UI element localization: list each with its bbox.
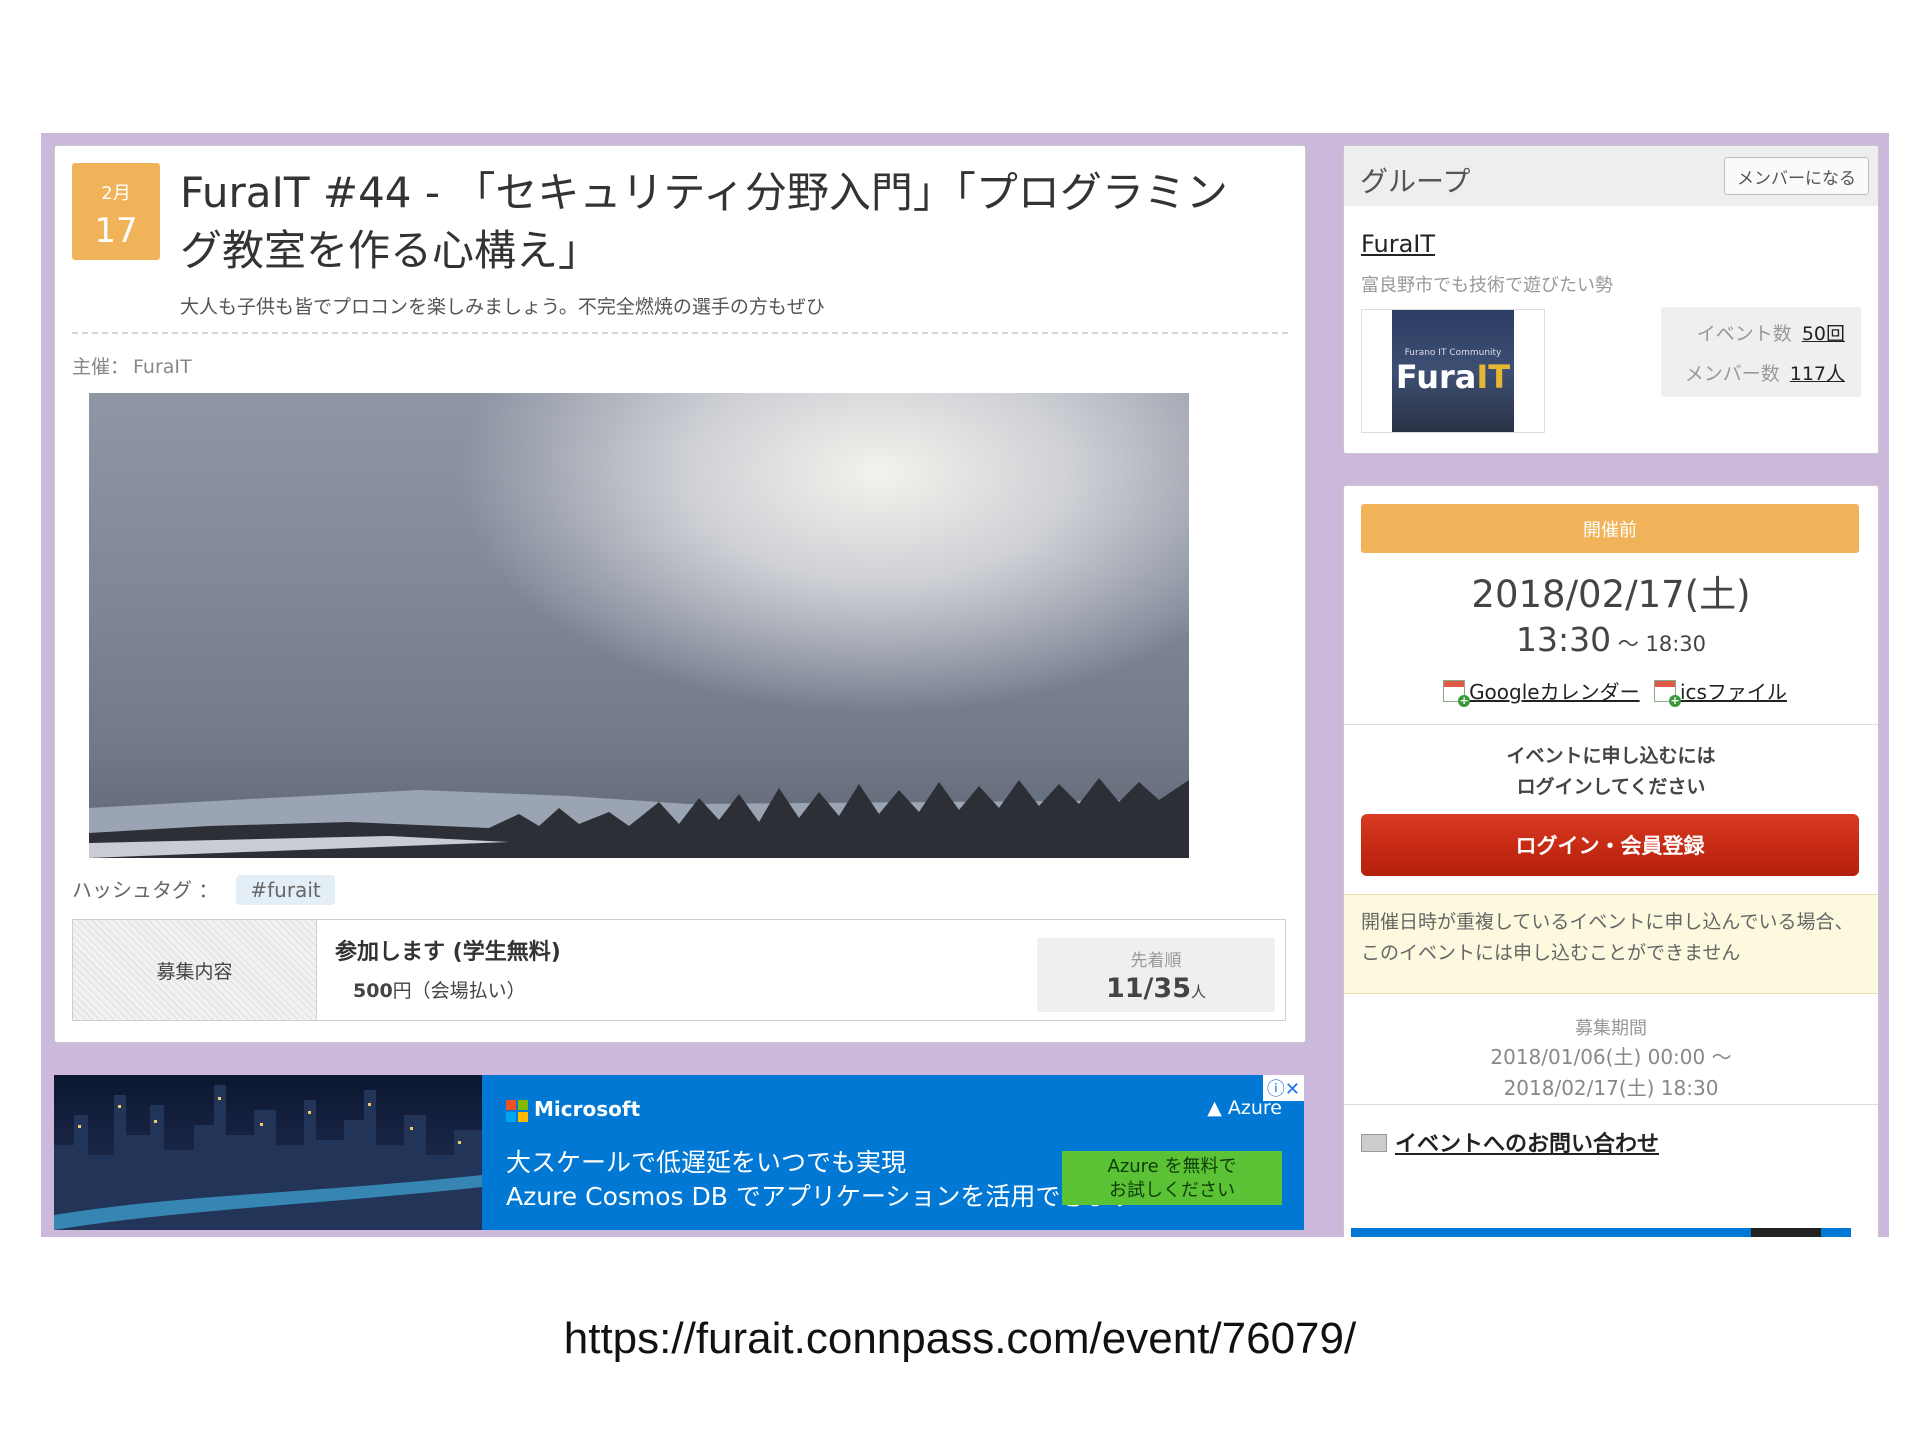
capacity-box: 先着順 11/35人 [1037, 938, 1275, 1012]
event-title: FuraIT #44 - 「セキュリティ分野入門」「プログラミング教室を作る心構… [180, 168, 1228, 275]
time-separator: ～ [1611, 632, 1646, 656]
google-calendar-link[interactable]: Googleカレンダー [1469, 680, 1640, 704]
ad-microsoft-brand: Microsoft [506, 1097, 640, 1122]
hashtag-label: ハッシュタグ ： [72, 878, 219, 902]
capacity-unit: 人 [1191, 983, 1207, 1001]
event-url: https://furait.connpass.com/event/76079/ [563, 1314, 1357, 1363]
group-logo-sub: Furano IT Community [1404, 348, 1502, 358]
application-period: 2018/01/06(土) 00:00 ～ 2018/02/17(土) 18:3… [1344, 1042, 1878, 1104]
next-ad-peek-dark [1751, 1228, 1821, 1237]
capacity-label: 先着順 [1130, 951, 1182, 971]
ad-subline: Azure Cosmos DB でアプリケーションを活用できます [506, 1182, 1136, 1211]
divider [1344, 724, 1878, 725]
contact-row: イベントへのお問い合わせ [1361, 1126, 1659, 1158]
event-info-card: 開催前 2018/02/17(土) 13:30 ～ 18:30 Googleカレ… [1343, 485, 1879, 1237]
azure-logo-icon: ▲ [1207, 1097, 1222, 1119]
group-logo-main-b: IT [1476, 358, 1511, 396]
ad-cta-button[interactable]: Azure を無料で お試しください [1062, 1151, 1282, 1205]
browser-screenshot: 2月 17 FuraIT #44 - 「セキュリティ分野入門」「プログラミング教… [41, 133, 1889, 1237]
status-badge: 開催前 [1361, 504, 1859, 553]
divider [1344, 1104, 1878, 1105]
group-logo-main: FuraIT [1392, 358, 1514, 396]
ad-brand-text: Microsoft [534, 1097, 641, 1121]
ad-city-image [54, 1075, 482, 1230]
group-card: グループ メンバーになる FuraIT 富良野市でも技術で遊びたい勢 Furan… [1343, 145, 1879, 454]
hashtag-row: ハッシュタグ ： #furait [72, 874, 335, 905]
hashtag-link[interactable]: #furait [236, 875, 335, 905]
ticket-price: 500円（会場払い） [353, 976, 526, 1003]
group-logo-main-a: Fura [1395, 358, 1477, 396]
ad-banner[interactable]: Microsoft ▲ Azure 大スケールで低遅延をいつでも実現 Azure … [54, 1075, 1304, 1230]
date-badge-day: 17 [94, 211, 138, 251]
event-catch: 大人も子供も皆でプロコンを楽しみましょう。不完全燃焼の選手の方もぜひ [180, 296, 825, 318]
start-time: 13:30 [1516, 620, 1612, 659]
event-date: 2018/02/17(土) [1471, 573, 1751, 616]
organizer-label: 主催： [72, 356, 130, 378]
group-logo[interactable]: Furano IT Community FuraIT [1361, 309, 1545, 433]
ticket-header: 募集内容 [73, 920, 317, 1020]
duplicate-warning: 開催日時が重複しているイベントに申し込んでいる場合、このイベントには申し込むこと… [1344, 894, 1878, 994]
group-heading: グループ [1360, 165, 1471, 198]
event-count-link[interactable]: 50回 [1802, 323, 1845, 345]
group-stats: イベント数 50回 メンバー数 117人 [1661, 307, 1861, 397]
join-group-button[interactable]: メンバーになる [1724, 157, 1869, 195]
ticket-name: 参加します (学生無料) [335, 940, 561, 965]
contact-link[interactable]: イベントへのお問い合わせ [1395, 1132, 1659, 1157]
ad-headline: 大スケールで低遅延をいつでも実現 [506, 1148, 907, 1177]
event-time: 13:30 ～ 18:30 [1344, 620, 1878, 659]
event-image [89, 393, 1189, 858]
end-time: 18:30 [1645, 632, 1706, 656]
login-register-button[interactable]: ログイン・会員登録 [1361, 814, 1859, 876]
group-description: 富良野市でも技術で遊びたい勢 [1361, 275, 1613, 296]
event-card: 2月 17 FuraIT #44 - 「セキュリティ分野入門」「プログラミング教… [54, 145, 1306, 1043]
group-logo-image: Furano IT Community FuraIT [1392, 310, 1514, 432]
group-name-link[interactable]: FuraIT [1361, 230, 1435, 258]
ticket-price-unit: 円（会場払い） [392, 980, 526, 1002]
city-skyline [54, 1085, 482, 1230]
login-message: イベントに申し込むには ログインしてください [1344, 741, 1878, 803]
organizer: 主催： FuraIT [72, 352, 192, 379]
event-count-label: イベント数 [1696, 323, 1792, 345]
login-message-line1: イベントに申し込むには [1506, 745, 1716, 767]
login-message-line2: ログインしてください [1516, 776, 1706, 798]
divider [72, 332, 1288, 334]
ticket-price-amount: 500 [353, 980, 393, 1002]
ticket-table: 募集内容 参加します (学生無料) 500円（会場払い） 先着順 11/35人 [72, 919, 1286, 1021]
tree-line [89, 778, 1189, 858]
group-event-count: イベント数 50回 [1697, 319, 1845, 346]
ad-cta-text: Azure を無料で お試しください [1107, 1156, 1237, 1201]
capacity-value: 11/35人 [1037, 973, 1275, 1004]
calendar-links: Googleカレンダー icsファイル [1344, 676, 1878, 707]
ics-download-icon [1653, 680, 1681, 707]
period-start: 2018/01/06(土) 00:00 ～ [1490, 1045, 1732, 1069]
group-header: グループ メンバーになる [1344, 146, 1878, 206]
group-member-count: メンバー数 117人 [1685, 359, 1845, 386]
capacity-count: 11/35 [1105, 973, 1191, 1004]
date-badge: 2月 17 [72, 163, 160, 260]
date-badge-month: 2月 [101, 183, 131, 204]
microsoft-logo-icon [506, 1099, 528, 1122]
mail-icon [1361, 1134, 1387, 1152]
ad-choices-icon[interactable]: ⓘ✕ [1262, 1075, 1304, 1101]
organizer-link[interactable]: FuraIT [133, 356, 192, 378]
member-count-link[interactable]: 117人 [1790, 363, 1845, 385]
period-end: 2018/02/17(土) 18:30 [1503, 1076, 1719, 1100]
application-period-label: 募集期間 [1575, 1018, 1647, 1039]
calendar-add-icon [1443, 680, 1471, 707]
ics-file-link[interactable]: icsファイル [1680, 680, 1787, 704]
member-count-label: メンバー数 [1684, 363, 1780, 385]
